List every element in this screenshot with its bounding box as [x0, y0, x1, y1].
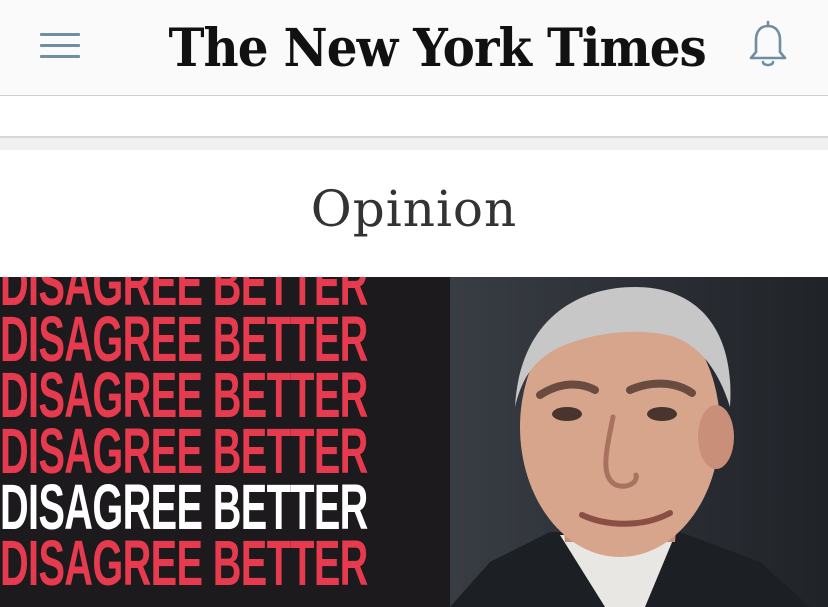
bell-icon[interactable] — [744, 20, 792, 72]
hamburger-menu-icon[interactable] — [36, 26, 84, 66]
nyt-logo[interactable]: The New York Times — [168, 14, 706, 84]
section-title[interactable]: Opinion — [0, 180, 828, 238]
menu-line — [40, 44, 80, 47]
hero-image[interactable]: DISAGREE BETTER DISAGREE BETTER DISAGREE… — [0, 277, 828, 607]
disagree-better-graphic: DISAGREE BETTER DISAGREE BETTER DISAGREE… — [0, 277, 450, 607]
top-header: The New York Times — [0, 0, 828, 96]
hero-text-line: DISAGREE BETTER — [0, 527, 368, 599]
divider-band — [0, 138, 828, 150]
menu-line — [40, 55, 80, 58]
section-header: Opinion — [0, 150, 828, 277]
sub-navigation-bar — [0, 96, 828, 138]
menu-line — [40, 33, 80, 36]
hero-photo — [430, 277, 828, 607]
